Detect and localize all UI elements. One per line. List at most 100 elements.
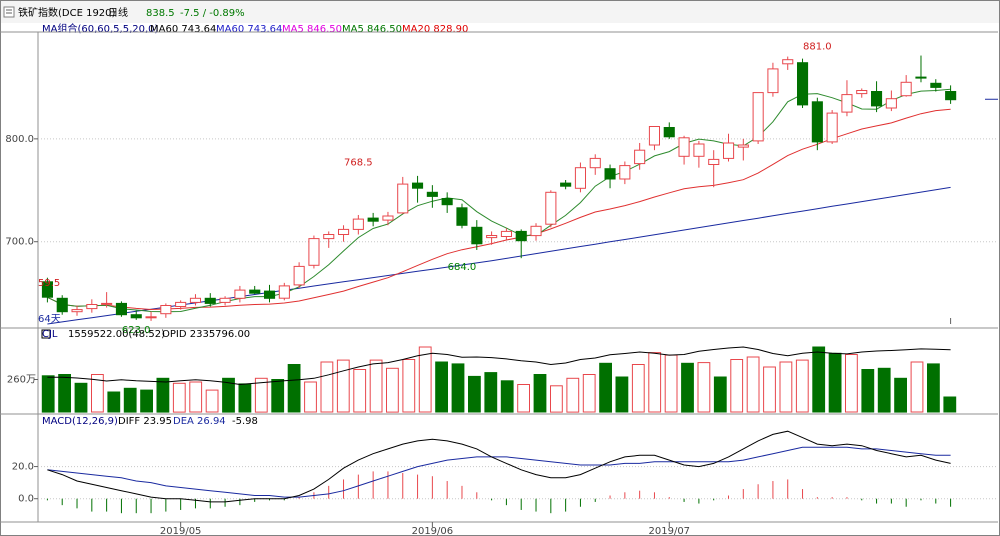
price-tick-label: 800.0: [5, 134, 34, 145]
volume-bar: [172, 382, 186, 413]
candle-body: [308, 238, 320, 266]
candle-body: [293, 265, 305, 286]
date-label: 2019/05: [160, 526, 202, 536]
candle-body: [915, 76, 927, 79]
candle-body: [826, 112, 838, 143]
volume-bar: [320, 361, 334, 413]
instrument-title: 铁矿指数(DCE 1920): [18, 6, 116, 19]
volume-bar: [41, 375, 55, 413]
candle-body: [530, 225, 542, 237]
macd-hist-value: -5.98: [232, 416, 258, 427]
period-label[interactable]: 日线: [108, 6, 128, 19]
volume-bar: [484, 372, 498, 413]
candle-body: [249, 289, 261, 294]
ma-legend-item: MA5 846.50: [282, 24, 342, 35]
candle-body: [234, 289, 246, 299]
ma-legend-item: MA5 846.50: [342, 24, 402, 35]
volume-bar: [189, 381, 203, 413]
candle-body: [782, 59, 794, 65]
candle-body: [441, 198, 453, 206]
volume-bar: [599, 362, 613, 413]
macd-legend: MACD(12,26,9) DIFF 23.95 DEA 26.94 -5.98: [42, 416, 258, 427]
ma-legend-item: MA60 743.64: [216, 24, 282, 35]
candle-body: [352, 218, 364, 230]
candle-body: [500, 230, 512, 237]
candle-body: [145, 316, 157, 319]
volume-bar: [713, 376, 727, 413]
candle-body: [648, 126, 661, 146]
volume-title: CJL: [42, 329, 58, 340]
volume-bar: [681, 362, 694, 413]
candle-body: [574, 167, 587, 189]
volume-bar: [910, 361, 924, 413]
candle-body: [841, 94, 853, 113]
candlestick-chart[interactable]: 铁矿指数(DCE 1920) 日线 838.5 -7.5 / -0.89% MA…: [0, 0, 1000, 536]
volume-bar: [763, 366, 776, 413]
volume-value: 1559522.00(48:52): [68, 329, 165, 340]
macd-title: MACD(12,26,9): [42, 416, 118, 427]
volume-bar: [353, 369, 367, 413]
volume-bar: [304, 381, 317, 413]
volume-legend: CJL 1559522.00(48:52) OPID 2335796.00: [41, 329, 250, 340]
macd-diff: DIFF 23.95: [118, 416, 172, 427]
candle-body: [945, 91, 957, 101]
candle-body: [604, 168, 616, 180]
volume-bar: [927, 363, 940, 413]
volume-tick-label: 260万: [7, 375, 36, 386]
chart-window: 铁矿指数(DCE 1920) 日线 838.5 -7.5 / -0.89% MA…: [0, 0, 1000, 536]
date-label: 2019/06: [412, 526, 454, 536]
volume-bar: [746, 356, 760, 413]
ma-legend-item: MA60 743.64: [150, 24, 216, 35]
macd-tick-label: 0.0: [18, 494, 34, 505]
candle-body: [589, 157, 601, 169]
candle-body: [515, 230, 527, 242]
candle-body: [619, 165, 631, 180]
ma-legend-item: MA20 828.90: [402, 24, 468, 35]
macd-dea: DEA 26.94: [173, 416, 226, 427]
candle-body: [930, 82, 942, 88]
volume-bar: [386, 367, 399, 413]
volume-bar: [271, 379, 285, 413]
volume-bar: [877, 367, 891, 413]
volume-bar: [795, 359, 809, 413]
candle-body: [560, 182, 572, 187]
volume-bar: [287, 364, 301, 413]
volume-bar: [566, 377, 580, 413]
last-price: 838.5: [146, 8, 175, 19]
volume-bar: [123, 387, 137, 413]
candle-body: [278, 285, 290, 299]
oi-value: OPID 2335796.00: [162, 329, 250, 340]
candle-body: [767, 68, 779, 94]
volume-bar: [943, 396, 957, 413]
candle-body: [486, 235, 498, 239]
volume-bar: [894, 377, 908, 413]
volume-bar: [664, 354, 678, 413]
candle-body: [693, 143, 705, 157]
candle-body: [323, 234, 335, 240]
candle-body: [885, 98, 897, 109]
candle-body: [752, 92, 764, 142]
candle-body: [723, 142, 735, 159]
volume-bar: [205, 389, 219, 413]
candle-body: [189, 297, 201, 303]
edge-label-days: 64天: [38, 314, 61, 325]
volume-bar: [140, 389, 153, 413]
volume-bar: [779, 361, 793, 413]
candle-body: [811, 101, 823, 143]
candle-body: [115, 302, 128, 316]
volume-bar: [550, 385, 563, 413]
volume-bar: [468, 375, 481, 413]
edge-label-high: 59.5: [38, 278, 60, 289]
candle-body: [382, 215, 394, 221]
volume-bar: [435, 361, 449, 413]
candle-body: [856, 90, 868, 95]
candle-body: [471, 226, 483, 245]
candle-body: [204, 297, 216, 304]
volume-bar: [582, 374, 596, 413]
candle-body: [456, 207, 468, 226]
candle-body: [900, 81, 912, 97]
candle-body: [219, 297, 231, 303]
candle-body: [160, 305, 172, 315]
candle-body: [412, 182, 424, 189]
volume-bar: [730, 359, 744, 413]
